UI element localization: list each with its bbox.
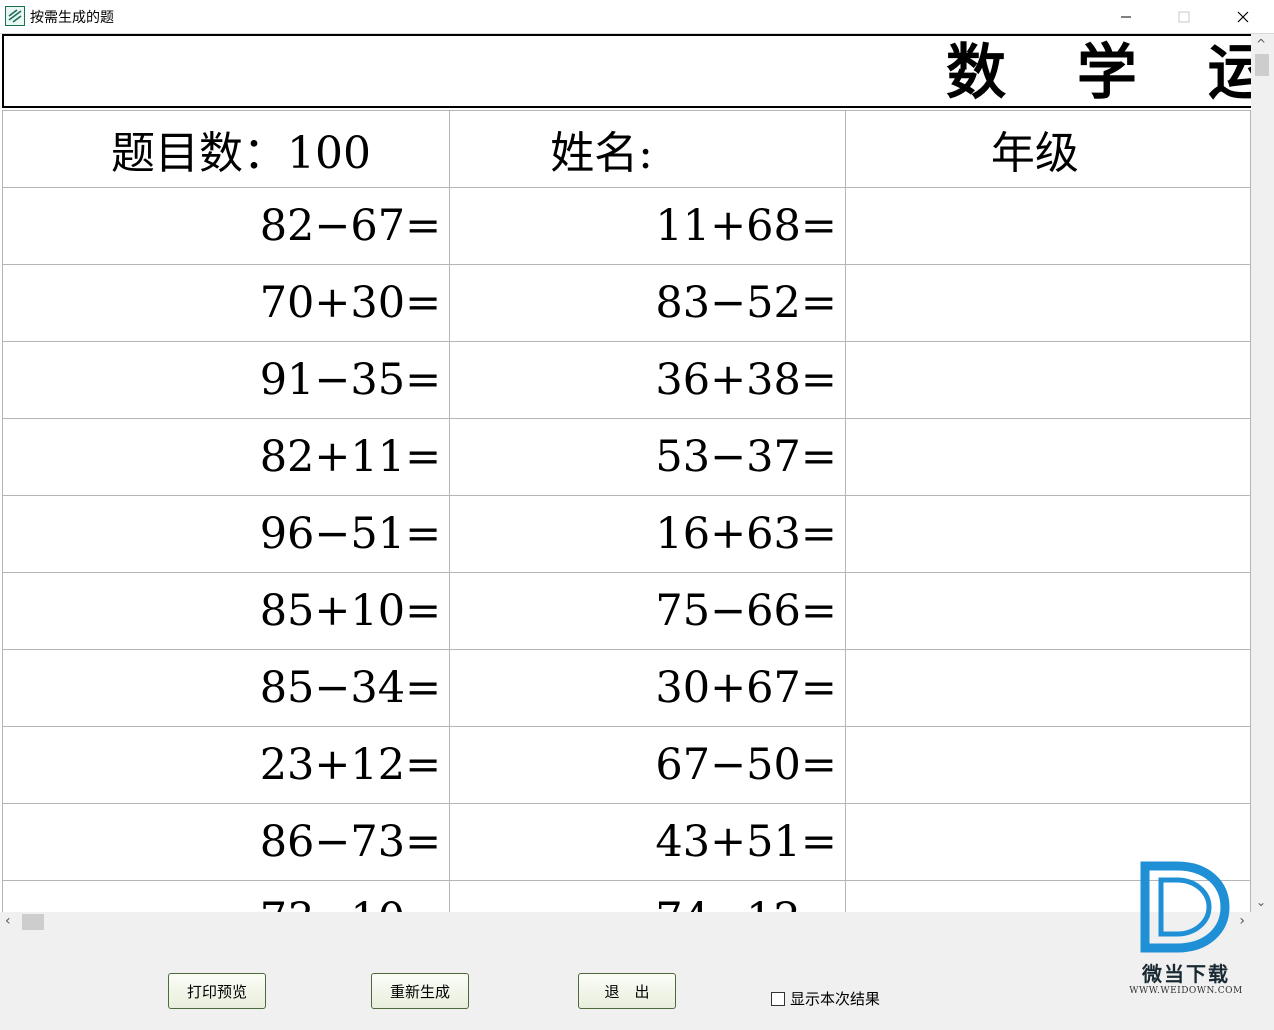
problem-cell: 75−66= <box>449 572 846 650</box>
control-panel: 打印预览 重新生成 退 出 显示本次结果 <box>0 932 1274 1030</box>
problem-cell: 67−50= <box>449 726 846 804</box>
problem-cell: 30+67= <box>449 649 846 727</box>
problem-cell: 36+38= <box>449 341 846 419</box>
name-label: 姓名: <box>449 110 846 188</box>
close-button[interactable] <box>1214 0 1272 33</box>
problem-cell <box>844 418 1251 496</box>
problem-cell <box>844 572 1251 650</box>
table-row: 82−67= 11+68= <box>2 187 1251 265</box>
table-row: 85−34= 30+67= <box>2 649 1251 727</box>
worksheet-viewport[interactable]: 数 学 运 算 题目数：100 姓名: 年级 82−67= 11+68= 70+… <box>2 34 1251 912</box>
maximize-button[interactable] <box>1155 0 1213 33</box>
table-row: 73−10= 74−12= <box>2 880 1251 912</box>
exit-button[interactable]: 退 出 <box>578 973 676 1009</box>
table-row: 70+30= 83−52= <box>2 264 1251 342</box>
title-bar: 按需生成的题 <box>0 0 1274 34</box>
minimize-icon <box>1121 16 1131 17</box>
problem-cell: 85−34= <box>2 649 451 727</box>
problem-cell: 83−52= <box>449 264 846 342</box>
scroll-up-icon[interactable]: ^ <box>1256 37 1266 51</box>
problem-cell <box>844 187 1251 265</box>
watermark-name: 微当下载 <box>1142 962 1230 986</box>
watermark-url: WWW.WEIDOWN.COM <box>1129 986 1243 996</box>
table-row: 85+10= 75−66= <box>2 572 1251 650</box>
show-results-label: 显示本次结果 <box>790 990 881 1008</box>
problem-cell <box>844 726 1251 804</box>
problem-cell <box>844 264 1251 342</box>
problem-count-label: 题目数：100 <box>2 110 451 188</box>
window-title: 按需生成的题 <box>30 10 114 26</box>
scroll-down-icon[interactable]: ⌄ <box>1256 895 1266 909</box>
problem-cell: 23+12= <box>2 726 451 804</box>
table-row: 96−51= 16+63= <box>2 495 1251 573</box>
table-header-row: 题目数：100 姓名: 年级 <box>2 110 1251 188</box>
sheet-title: 数 学 运 算 <box>946 38 1251 108</box>
sheet-title-box: 数 学 运 算 <box>2 34 1251 108</box>
problem-cell <box>844 495 1251 573</box>
vertical-scroll-thumb[interactable] <box>1255 54 1269 76</box>
problem-cell: 74−12= <box>449 880 846 912</box>
grade-label: 年级 <box>844 110 1251 188</box>
scroll-left-icon[interactable]: ‹ <box>5 913 11 929</box>
problem-cell: 73−10= <box>2 880 451 912</box>
table-row: 82+11= 53−37= <box>2 418 1251 496</box>
table-row: 91−35= 36+38= <box>2 341 1251 419</box>
minimize-button[interactable] <box>1097 0 1155 33</box>
show-results-checkbox[interactable]: 显示本次结果 <box>771 988 880 1009</box>
table-row: 23+12= 67−50= <box>2 726 1251 804</box>
problem-cell: 82+11= <box>2 418 451 496</box>
problem-cell: 86−73= <box>2 803 451 881</box>
problem-cell: 53−37= <box>449 418 846 496</box>
weidown-logo-icon <box>1140 861 1230 953</box>
maximize-icon <box>1178 11 1190 22</box>
print-preview-button[interactable]: 打印预览 <box>168 973 266 1009</box>
problem-cell: 11+68= <box>449 187 846 265</box>
checkbox-box[interactable] <box>771 991 785 1006</box>
problem-cell: 82−67= <box>2 187 451 265</box>
watermark-logo: 微当下载 WWW.WEIDOWN.COM <box>1125 860 1247 1002</box>
problem-cell: 91−35= <box>2 341 451 419</box>
table-row: 86−73= 43+51= <box>2 803 1251 881</box>
horizontal-scroll-thumb[interactable] <box>22 914 44 930</box>
problem-cell <box>844 341 1251 419</box>
problem-cell: 96−51= <box>2 495 451 573</box>
problem-cell: 70+30= <box>2 264 451 342</box>
horizontal-scrollbar[interactable]: ‹ › <box>0 912 1251 932</box>
problem-cell: 85+10= <box>2 572 451 650</box>
vertical-scrollbar[interactable]: ^ ⌄ <box>1251 34 1274 912</box>
problem-cell: 43+51= <box>449 803 846 881</box>
scrollbar-corner <box>1251 912 1274 932</box>
problem-cell <box>844 649 1251 727</box>
close-icon <box>1237 11 1249 22</box>
regenerate-button[interactable]: 重新生成 <box>371 973 469 1009</box>
problem-cell: 16+63= <box>449 495 846 573</box>
problem-table: 题目数：100 姓名: 年级 82−67= 11+68= 70+30= 83−5… <box>2 110 1251 912</box>
app-icon <box>5 6 25 26</box>
